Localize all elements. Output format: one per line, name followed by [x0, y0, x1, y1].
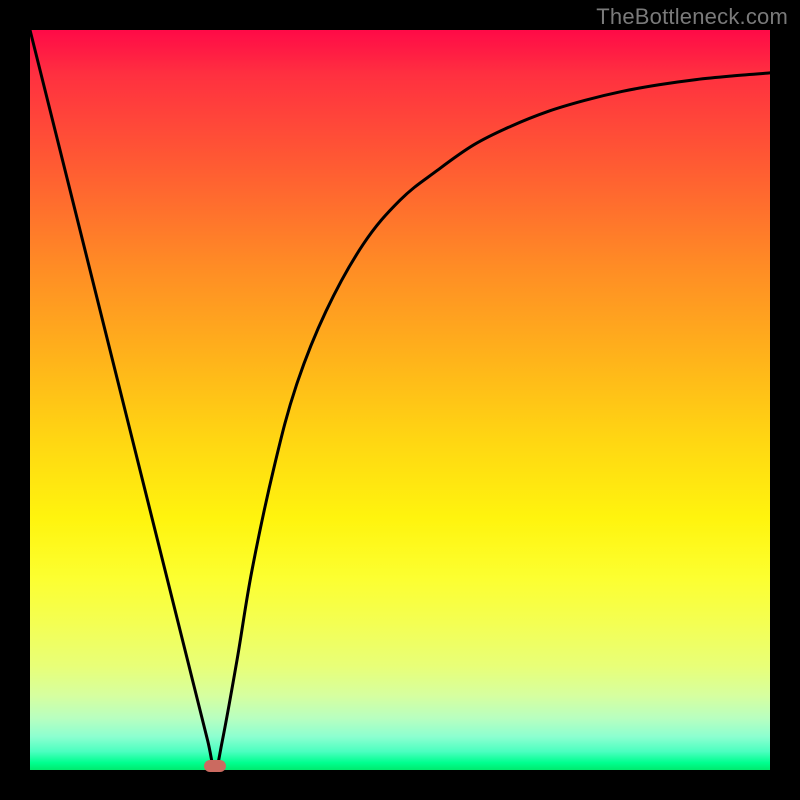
optimal-point-marker	[204, 760, 226, 772]
bottleneck-curve	[30, 30, 770, 770]
watermark-text: TheBottleneck.com	[596, 4, 788, 30]
chart-frame: TheBottleneck.com	[0, 0, 800, 800]
plot-area	[30, 30, 770, 770]
